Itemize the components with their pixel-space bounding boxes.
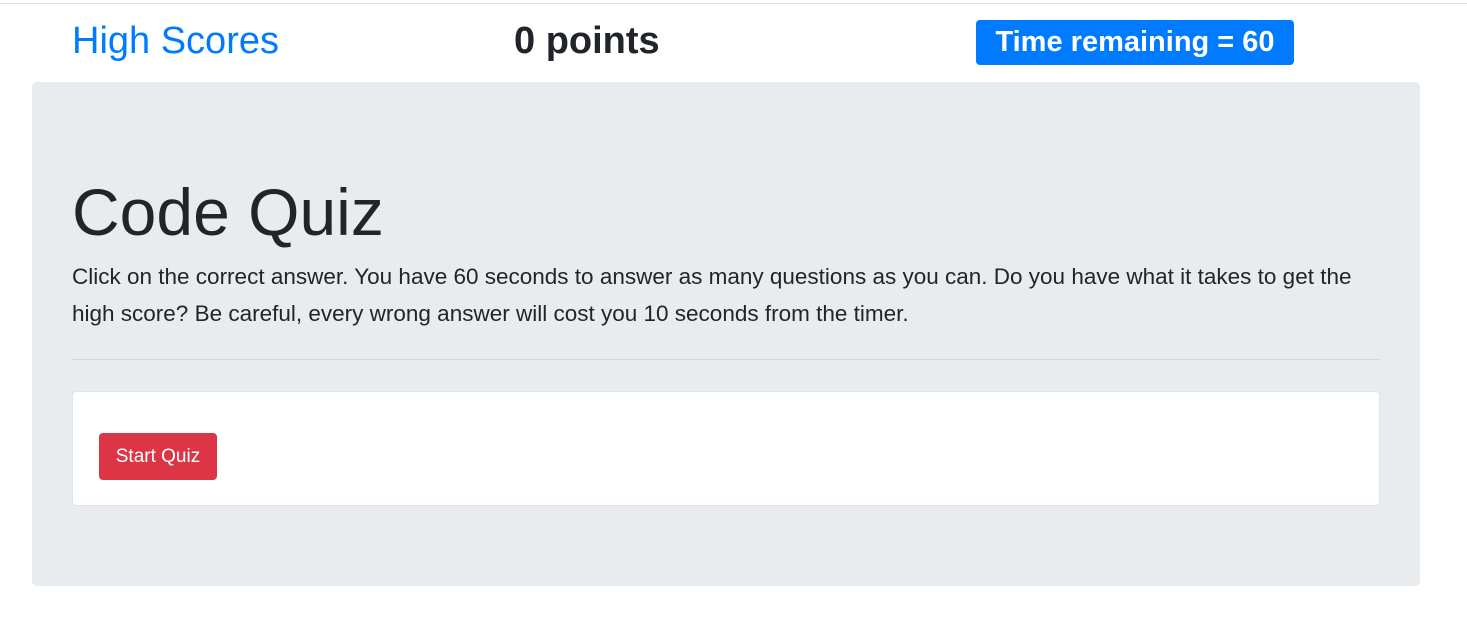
divider: [72, 359, 1380, 360]
start-quiz-button[interactable]: Start Quiz: [99, 433, 217, 480]
quiz-card: Start Quiz: [72, 391, 1380, 506]
quiz-jumbotron: Code Quiz Click on the correct answer. Y…: [32, 82, 1420, 586]
page-title: Code Quiz: [72, 175, 384, 249]
quiz-instructions: Click on the correct answer. You have 60…: [72, 264, 1352, 326]
page-header: High Scores 0 points Time remaining = 60: [0, 0, 1467, 80]
timer-badge: Time remaining = 60: [976, 20, 1294, 65]
high-scores-link[interactable]: High Scores: [72, 18, 279, 64]
points-display: 0 points: [514, 20, 660, 62]
